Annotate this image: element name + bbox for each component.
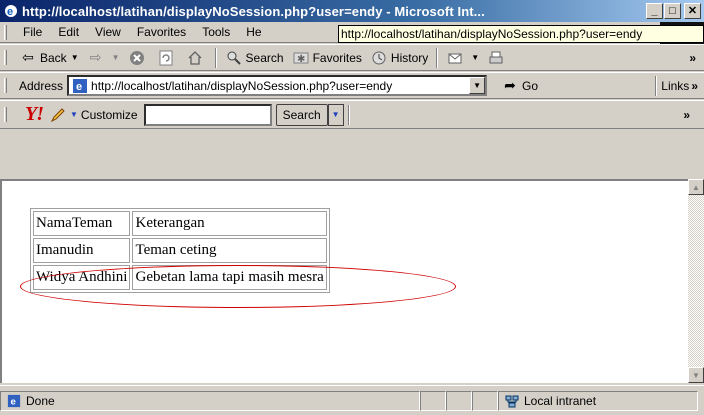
minimize-button[interactable]: _	[646, 3, 663, 19]
yahoo-search-button[interactable]: Search	[275, 103, 328, 126]
go-arrow-icon: ➦	[504, 77, 516, 93]
table-cell: Widya Andhini	[33, 265, 131, 290]
maximize-button[interactable]: □	[664, 3, 681, 19]
table-cell: Imanudin	[33, 238, 131, 263]
menu-help[interactable]: He	[238, 25, 269, 39]
history-icon	[370, 49, 388, 67]
address-label: Address	[19, 78, 64, 93]
table-header-cell: NamaTeman	[33, 211, 131, 236]
status-cell	[420, 390, 446, 411]
search-label: Search	[245, 50, 284, 65]
table-cell: Teman ceting	[132, 238, 327, 263]
status-text-cell: e Done	[0, 390, 420, 411]
yahoo-logo[interactable]: Y!	[25, 103, 44, 126]
refresh-button[interactable]	[153, 47, 182, 69]
mail-dropdown-icon[interactable]: ▼	[471, 53, 479, 62]
address-url: http://localhost/latihan/displayNoSessio…	[91, 78, 393, 93]
forward-dropdown-icon[interactable]: ▼	[112, 53, 120, 62]
home-icon	[186, 49, 204, 67]
go-label: Go	[522, 78, 539, 93]
history-label: History	[390, 50, 429, 65]
mail-icon	[446, 49, 464, 67]
svg-text:✱: ✱	[297, 54, 305, 65]
url-tooltip: http://localhost/latihan/displayNoSessio…	[338, 25, 704, 43]
links-separator	[655, 75, 658, 96]
ie-icon: e	[3, 3, 19, 19]
mail-button[interactable]: ▼	[442, 47, 483, 69]
standard-toolbar: ⇦ Back ▼ ⇨ ▼ Search ✱ Favorites History …	[0, 44, 704, 71]
print-icon	[487, 49, 505, 67]
table-row: Imanudin Teman ceting	[33, 238, 327, 263]
scroll-down-icon[interactable]: ▼	[688, 367, 704, 383]
go-button[interactable]: ➦ Go	[501, 77, 538, 95]
svg-text:e: e	[76, 81, 82, 93]
stop-button[interactable]	[124, 47, 153, 69]
vertical-scrollbar[interactable]: ▲ ▼	[688, 179, 704, 383]
links-button[interactable]: Links »	[651, 75, 698, 96]
back-button[interactable]: ⇦ Back ▼	[15, 47, 83, 69]
title-bar: e http://localhost/latihan/displayNoSess…	[0, 0, 704, 22]
forward-arrow-icon: ⇨	[89, 49, 102, 65]
address-bar: Address e http://localhost/latihan/displ…	[0, 72, 704, 99]
favorites-icon: ✱	[292, 49, 310, 67]
status-cell	[472, 390, 498, 411]
customize-dropdown-icon[interactable]: ▼	[70, 110, 78, 119]
yahoo-more-chevron[interactable]: »	[683, 108, 690, 122]
status-text: Done	[26, 393, 55, 408]
status-bar: e Done Local intranet	[0, 385, 704, 415]
favorites-label: Favorites	[312, 50, 362, 65]
links-label: Links	[661, 78, 690, 93]
refresh-icon	[157, 49, 175, 67]
menu-grip[interactable]	[4, 24, 7, 40]
menu-edit[interactable]: Edit	[50, 25, 87, 39]
customize-button[interactable]: Customize	[81, 108, 138, 122]
page-icon: e	[72, 78, 88, 97]
yahoo-search-dropdown-icon[interactable]: ▼	[327, 103, 344, 126]
table-cell: Gebetan lama tapi masih mesra	[132, 265, 327, 290]
search-icon	[225, 49, 243, 67]
address-dropdown-icon[interactable]: ▼	[469, 77, 486, 94]
address-input[interactable]: e http://localhost/latihan/displayNoSess…	[67, 75, 488, 97]
yahoo-grip[interactable]	[4, 107, 7, 122]
table-row: NamaTeman Keterangan	[33, 211, 327, 236]
menu-view[interactable]: View	[87, 25, 129, 39]
close-button[interactable]: ✕	[684, 3, 701, 19]
toolbar-grip[interactable]	[4, 50, 7, 65]
table-row: Widya Andhini Gebetan lama tapi masih me…	[33, 265, 327, 290]
window-title: http://localhost/latihan/displayNoSessio…	[22, 3, 485, 19]
zone-cell: Local intranet	[498, 390, 698, 411]
intranet-icon	[503, 392, 521, 410]
toolbar-separator	[436, 47, 439, 68]
back-label: Back	[40, 50, 67, 65]
back-dropdown-icon[interactable]: ▼	[71, 53, 79, 62]
favorites-button[interactable]: ✱ Favorites	[288, 47, 366, 69]
svg-text:e: e	[7, 6, 13, 18]
address-grip[interactable]	[4, 78, 7, 93]
page-done-icon: e	[5, 392, 23, 410]
yahoo-toolbar: Y! ▼ Customize Search ▼ »	[0, 100, 704, 129]
pencil-icon[interactable]	[49, 106, 67, 124]
home-button[interactable]	[182, 47, 211, 69]
table-header-cell: Keterangan	[132, 211, 327, 236]
menu-tools[interactable]: Tools	[194, 25, 238, 39]
scroll-up-icon[interactable]: ▲	[688, 179, 704, 195]
menu-favorites[interactable]: Favorites	[129, 25, 194, 39]
menu-file[interactable]: File	[15, 25, 50, 39]
yahoo-search-input[interactable]	[143, 103, 272, 126]
search-button[interactable]: Search	[221, 47, 288, 69]
friends-table: NamaTeman Keterangan Imanudin Teman ceti…	[30, 208, 330, 293]
toolbar-more-chevron[interactable]: »	[689, 51, 696, 65]
page-content: NamaTeman Keterangan Imanudin Teman ceti…	[0, 179, 688, 383]
print-button[interactable]	[483, 47, 512, 69]
zone-label: Local intranet	[524, 393, 597, 408]
svg-text:e: e	[11, 396, 17, 407]
history-button[interactable]: History	[366, 47, 432, 69]
status-cell	[446, 390, 472, 411]
yahoo-separator	[347, 104, 350, 125]
links-more-chevron[interactable]: »	[691, 79, 698, 93]
toolbar-separator	[214, 47, 217, 68]
forward-button[interactable]: ⇨ ▼	[83, 47, 124, 69]
back-arrow-icon: ⇦	[22, 49, 34, 65]
stop-icon	[128, 49, 146, 67]
